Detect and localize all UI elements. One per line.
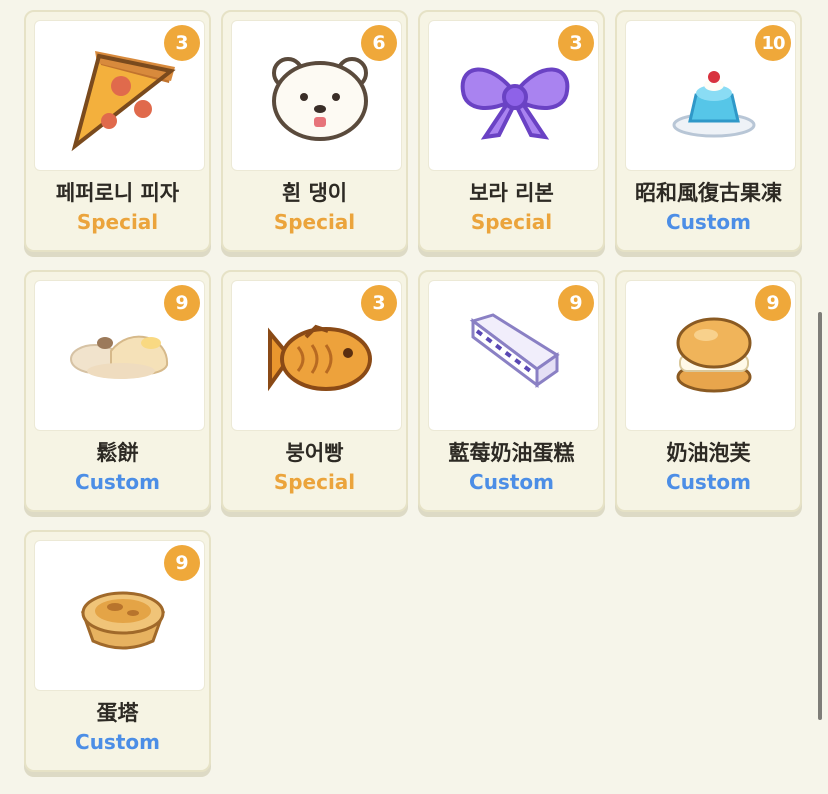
count-badge: 9 [164, 545, 200, 581]
item-tag: Special [273, 210, 356, 234]
item-thumbnail: 6 [231, 20, 402, 171]
count-badge: 10 [755, 25, 791, 61]
item-card-white-puppy[interactable]: 6 흰 댕이 Special [221, 10, 408, 252]
scrollbar[interactable] [818, 312, 822, 720]
count-badge: 6 [361, 25, 397, 61]
count-badge: 3 [558, 25, 594, 61]
item-name: 흰 댕이 [281, 181, 348, 205]
item-card-cream-puff[interactable]: 9 奶油泡芙 Custom [615, 270, 802, 512]
item-card-purple-ribbon[interactable]: 3 보라 리본 Special [418, 10, 605, 252]
item-card-egg-tart[interactable]: 9 蛋塔 Custom [24, 530, 211, 772]
item-tag: Custom [666, 210, 751, 234]
count-badge: 9 [164, 285, 200, 321]
item-card-blueberry-cream-cake[interactable]: 9 藍莓奶油蛋糕 Custom [418, 270, 605, 512]
item-tag: Special [76, 210, 159, 234]
item-name: 페퍼로니 피자 [55, 181, 180, 205]
item-name: 蛋塔 [96, 701, 139, 725]
item-thumbnail: 9 [34, 280, 205, 431]
item-card-pancake[interactable]: 9 鬆餅 Custom [24, 270, 211, 512]
item-name: 鬆餅 [96, 441, 139, 465]
item-thumbnail: 3 [231, 280, 402, 431]
item-card-fish-bread[interactable]: 3 붕어빵 Special [221, 270, 408, 512]
item-tag: Special [470, 210, 553, 234]
item-thumbnail: 9 [625, 280, 796, 431]
item-name: 昭和風復古果凍 [635, 181, 782, 205]
count-badge: 3 [164, 25, 200, 61]
item-name: 붕어빵 [285, 441, 344, 465]
item-name: 藍莓奶油蛋糕 [448, 441, 575, 465]
item-thumbnail: 10 [625, 20, 796, 171]
item-thumbnail: 3 [428, 20, 599, 171]
item-tag: Custom [75, 470, 160, 494]
item-card-pepperoni-pizza[interactable]: 3 페퍼로니 피자 Special [24, 10, 211, 252]
item-thumbnail: 3 [34, 20, 205, 171]
count-badge: 3 [361, 285, 397, 321]
item-name: 보라 리본 [469, 181, 554, 205]
count-badge: 9 [755, 285, 791, 321]
item-tag: Special [273, 470, 356, 494]
item-tag: Custom [469, 470, 554, 494]
item-thumbnail: 9 [34, 540, 205, 691]
item-thumbnail: 9 [428, 280, 599, 431]
count-badge: 9 [558, 285, 594, 321]
item-card-retro-jelly[interactable]: 10 昭和風復古果凍 Custom [615, 10, 802, 252]
item-tag: Custom [75, 730, 160, 754]
item-grid: 3 페퍼로니 피자 Special 6 흰 댕이 Special 3 보라 리본… [0, 0, 828, 794]
item-tag: Custom [666, 470, 751, 494]
item-name: 奶油泡芙 [666, 441, 751, 465]
